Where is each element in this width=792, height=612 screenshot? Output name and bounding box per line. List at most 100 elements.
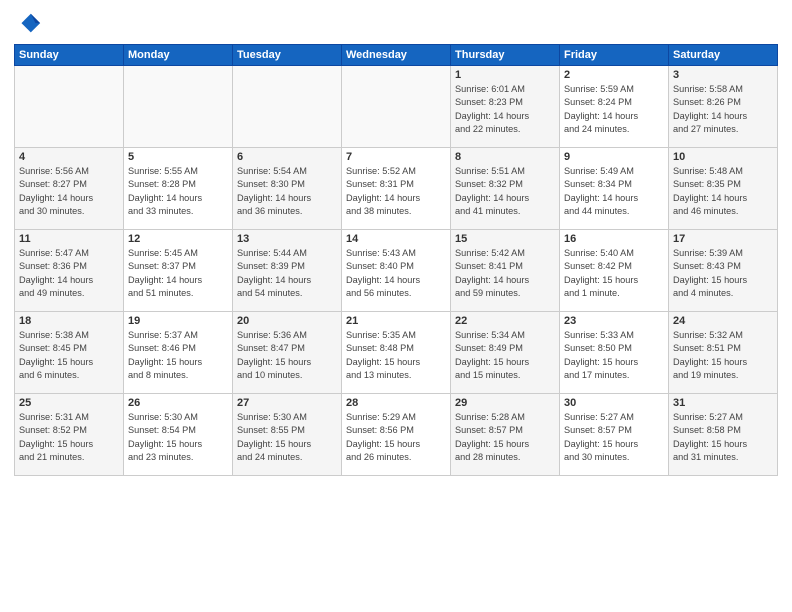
calendar-cell: 7 Sunrise: 5:52 AM Sunset: 8:31 PM Daylig…	[342, 148, 451, 230]
day-info: Sunrise: 5:30 AM Sunset: 8:55 PM Dayligh…	[237, 411, 337, 464]
day-info: Sunrise: 5:43 AM Sunset: 8:40 PM Dayligh…	[346, 247, 446, 300]
days-header-row: SundayMondayTuesdayWednesdayThursdayFrid…	[15, 45, 778, 66]
day-number: 27	[237, 397, 337, 409]
calendar-cell: 10 Sunrise: 5:48 AM Sunset: 8:35 PM Dayli…	[669, 148, 778, 230]
week-row-4: 25 Sunrise: 5:31 AM Sunset: 8:52 PM Dayli…	[15, 394, 778, 476]
day-info: Sunrise: 5:30 AM Sunset: 8:54 PM Dayligh…	[128, 411, 228, 464]
day-number: 26	[128, 397, 228, 409]
day-number: 17	[673, 233, 773, 245]
calendar-cell: 24Sunrise: 5:32 AM Sunset: 8:51 PM Dayli…	[669, 312, 778, 394]
calendar-cell: 18Sunrise: 5:38 AM Sunset: 8:45 PM Dayli…	[15, 312, 124, 394]
calendar-cell: 21 Sunrise: 5:35 AM Sunset: 8:48 PM Dayli…	[342, 312, 451, 394]
logo-icon	[14, 10, 42, 38]
week-row-1: 4 Sunrise: 5:56 AM Sunset: 8:27 PM Daylig…	[15, 148, 778, 230]
calendar-cell	[15, 66, 124, 148]
calendar-cell	[233, 66, 342, 148]
day-number: 3	[673, 69, 773, 81]
day-number: 10	[673, 151, 773, 163]
calendar-page: SundayMondayTuesdayWednesdayThursdayFrid…	[0, 0, 792, 612]
calendar-cell: 27 Sunrise: 5:30 AM Sunset: 8:55 PM Dayli…	[233, 394, 342, 476]
day-info: Sunrise: 5:44 AM Sunset: 8:39 PM Dayligh…	[237, 247, 337, 300]
day-number: 7	[346, 151, 446, 163]
day-header-monday: Monday	[124, 45, 233, 66]
week-row-3: 18Sunrise: 5:38 AM Sunset: 8:45 PM Dayli…	[15, 312, 778, 394]
calendar-cell: 1 Sunrise: 6:01 AM Sunset: 8:23 PM Daylig…	[451, 66, 560, 148]
day-number: 24	[673, 315, 773, 327]
day-info: Sunrise: 5:28 AM Sunset: 8:57 PM Dayligh…	[455, 411, 555, 464]
day-info: Sunrise: 5:27 AM Sunset: 8:58 PM Dayligh…	[673, 411, 773, 464]
day-number: 8	[455, 151, 555, 163]
day-info: Sunrise: 5:49 AM Sunset: 8:34 PM Dayligh…	[564, 165, 664, 218]
day-info: Sunrise: 5:34 AM Sunset: 8:49 PM Dayligh…	[455, 329, 555, 382]
calendar-cell: 5 Sunrise: 5:55 AM Sunset: 8:28 PM Daylig…	[124, 148, 233, 230]
calendar-cell: 11Sunrise: 5:47 AM Sunset: 8:36 PM Dayli…	[15, 230, 124, 312]
day-info: Sunrise: 5:56 AM Sunset: 8:27 PM Dayligh…	[19, 165, 119, 218]
day-number: 12	[128, 233, 228, 245]
day-info: Sunrise: 5:51 AM Sunset: 8:32 PM Dayligh…	[455, 165, 555, 218]
header	[14, 10, 778, 38]
day-number: 13	[237, 233, 337, 245]
day-info: Sunrise: 5:35 AM Sunset: 8:48 PM Dayligh…	[346, 329, 446, 382]
calendar-cell: 17 Sunrise: 5:39 AM Sunset: 8:43 PM Dayli…	[669, 230, 778, 312]
day-info: Sunrise: 5:37 AM Sunset: 8:46 PM Dayligh…	[128, 329, 228, 382]
day-info: Sunrise: 5:31 AM Sunset: 8:52 PM Dayligh…	[19, 411, 119, 464]
calendar-cell: 2 Sunrise: 5:59 AM Sunset: 8:24 PM Daylig…	[560, 66, 669, 148]
day-number: 25	[19, 397, 119, 409]
day-info: Sunrise: 5:52 AM Sunset: 8:31 PM Dayligh…	[346, 165, 446, 218]
day-info: Sunrise: 5:45 AM Sunset: 8:37 PM Dayligh…	[128, 247, 228, 300]
day-number: 6	[237, 151, 337, 163]
day-number: 2	[564, 69, 664, 81]
calendar-cell: 15 Sunrise: 5:42 AM Sunset: 8:41 PM Dayli…	[451, 230, 560, 312]
day-number: 16	[564, 233, 664, 245]
day-number: 21	[346, 315, 446, 327]
calendar-cell	[124, 66, 233, 148]
calendar-cell: 14 Sunrise: 5:43 AM Sunset: 8:40 PM Dayli…	[342, 230, 451, 312]
calendar-cell: 28Sunrise: 5:29 AM Sunset: 8:56 PM Dayli…	[342, 394, 451, 476]
calendar-table: SundayMondayTuesdayWednesdayThursdayFrid…	[14, 44, 778, 476]
day-info: Sunrise: 5:47 AM Sunset: 8:36 PM Dayligh…	[19, 247, 119, 300]
calendar-cell: 12 Sunrise: 5:45 AM Sunset: 8:37 PM Dayli…	[124, 230, 233, 312]
day-number: 5	[128, 151, 228, 163]
calendar-cell: 16Sunrise: 5:40 AM Sunset: 8:42 PM Dayli…	[560, 230, 669, 312]
day-info: Sunrise: 5:55 AM Sunset: 8:28 PM Dayligh…	[128, 165, 228, 218]
week-row-2: 11Sunrise: 5:47 AM Sunset: 8:36 PM Dayli…	[15, 230, 778, 312]
calendar-cell: 22 Sunrise: 5:34 AM Sunset: 8:49 PM Dayli…	[451, 312, 560, 394]
calendar-cell: 30 Sunrise: 5:27 AM Sunset: 8:57 PM Dayli…	[560, 394, 669, 476]
day-header-saturday: Saturday	[669, 45, 778, 66]
day-number: 15	[455, 233, 555, 245]
calendar-cell: 23Sunrise: 5:33 AM Sunset: 8:50 PM Dayli…	[560, 312, 669, 394]
calendar-cell: 25 Sunrise: 5:31 AM Sunset: 8:52 PM Dayli…	[15, 394, 124, 476]
day-number: 14	[346, 233, 446, 245]
day-number: 9	[564, 151, 664, 163]
day-header-wednesday: Wednesday	[342, 45, 451, 66]
day-info: Sunrise: 5:33 AM Sunset: 8:50 PM Dayligh…	[564, 329, 664, 382]
week-row-0: 1 Sunrise: 6:01 AM Sunset: 8:23 PM Daylig…	[15, 66, 778, 148]
day-info: Sunrise: 5:54 AM Sunset: 8:30 PM Dayligh…	[237, 165, 337, 218]
day-info: Sunrise: 5:39 AM Sunset: 8:43 PM Dayligh…	[673, 247, 773, 300]
day-info: Sunrise: 5:48 AM Sunset: 8:35 PM Dayligh…	[673, 165, 773, 218]
day-info: Sunrise: 5:27 AM Sunset: 8:57 PM Dayligh…	[564, 411, 664, 464]
calendar-cell: 20Sunrise: 5:36 AM Sunset: 8:47 PM Dayli…	[233, 312, 342, 394]
day-info: Sunrise: 6:01 AM Sunset: 8:23 PM Dayligh…	[455, 83, 555, 136]
day-number: 1	[455, 69, 555, 81]
day-number: 28	[346, 397, 446, 409]
day-number: 20	[237, 315, 337, 327]
calendar-cell: 26 Sunrise: 5:30 AM Sunset: 8:54 PM Dayli…	[124, 394, 233, 476]
day-number: 19	[128, 315, 228, 327]
day-info: Sunrise: 5:59 AM Sunset: 8:24 PM Dayligh…	[564, 83, 664, 136]
day-header-thursday: Thursday	[451, 45, 560, 66]
calendar-cell: 19 Sunrise: 5:37 AM Sunset: 8:46 PM Dayli…	[124, 312, 233, 394]
calendar-cell: 6 Sunrise: 5:54 AM Sunset: 8:30 PM Daylig…	[233, 148, 342, 230]
logo	[14, 10, 46, 38]
day-number: 30	[564, 397, 664, 409]
day-info: Sunrise: 5:38 AM Sunset: 8:45 PM Dayligh…	[19, 329, 119, 382]
calendar-cell: 4 Sunrise: 5:56 AM Sunset: 8:27 PM Daylig…	[15, 148, 124, 230]
calendar-cell: 31 Sunrise: 5:27 AM Sunset: 8:58 PM Dayli…	[669, 394, 778, 476]
day-number: 4	[19, 151, 119, 163]
day-header-friday: Friday	[560, 45, 669, 66]
day-number: 22	[455, 315, 555, 327]
day-number: 31	[673, 397, 773, 409]
calendar-cell	[342, 66, 451, 148]
calendar-cell: 29Sunrise: 5:28 AM Sunset: 8:57 PM Dayli…	[451, 394, 560, 476]
day-info: Sunrise: 5:42 AM Sunset: 8:41 PM Dayligh…	[455, 247, 555, 300]
